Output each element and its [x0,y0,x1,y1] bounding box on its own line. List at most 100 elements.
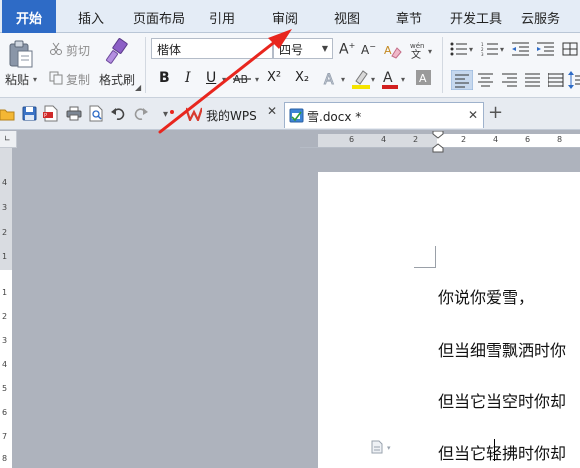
svg-text:A: A [324,72,334,88]
ribbon-home-panel: 粘贴 ▾ 剪切 复制 格式刷 ◢ 楷体 四号 ▼ A+ A− A wén 文 ▾… [0,33,580,98]
document-paragraph[interactable]: 但当它当空时你却 [438,388,566,412]
highlight-dropdown-icon[interactable]: ▾ [371,75,375,84]
align-center-icon[interactable] [478,73,494,87]
vertical-ruler[interactable]: 4 3 2 1 1 2 3 4 5 6 7 8 [0,148,12,468]
ruler-corner[interactable]: ∟ [0,131,17,148]
svg-text:▾: ▾ [387,444,391,452]
format-painter-icon[interactable] [104,38,130,66]
strikethrough-icon[interactable]: AB [233,71,255,87]
align-right-icon[interactable] [502,73,518,87]
undo-icon[interactable] [111,107,125,120]
export-pdf-icon[interactable]: P [43,105,59,122]
highlight-icon[interactable] [351,68,371,90]
subscript-button[interactable]: X₂ [295,70,309,85]
shrink-font-icon[interactable]: A− [361,42,376,57]
format-painter-button[interactable]: 格式刷 [99,71,135,88]
character-shading-icon[interactable]: A [415,69,433,87]
tab-page-layout[interactable]: 页面布局 [133,8,185,27]
increase-indent-icon[interactable] [537,42,555,56]
font-color-dropdown-icon[interactable]: ▾ [401,75,405,84]
tab-home[interactable]: 开始 [2,0,57,34]
numbered-list-icon[interactable]: 1 2 3 [481,42,499,56]
ruler-number: 8 [557,135,563,144]
grow-font-icon[interactable]: A+ [339,41,355,58]
justify-icon[interactable] [525,73,541,87]
ruler-number: 2 [413,135,419,144]
font-family-value: 楷体 [157,43,182,57]
notification-dot-icon [170,110,174,114]
scissors-icon[interactable] [49,42,63,56]
close-tab-icon[interactable]: ✕ [468,108,478,122]
document-paragraph[interactable]: 但当它轻拂时你却 [438,440,566,464]
font-family-select[interactable]: 楷体 [151,38,273,59]
tab-cloud[interactable]: 云服务 [521,8,560,27]
horizontal-ruler[interactable]: 6 4 2 2 4 6 8 [318,134,580,147]
new-tab-icon[interactable]: + [488,102,503,123]
paste-icon[interactable] [8,39,34,69]
document-page[interactable]: 你说你爱雪， 但当细雪飘洒时你 但当它当空时你却 但当它轻拂时你却 [318,172,580,468]
svg-text:P: P [44,113,47,119]
ruler-number: 3 [2,203,8,212]
ruler-number: 2 [2,312,8,321]
tab-insert[interactable]: 插入 [78,8,104,27]
italic-button[interactable]: I [185,70,191,86]
ruler-number: 6 [525,135,531,144]
doc-tab-label: 雪.docx * [307,110,362,124]
superscript-button[interactable]: X² [267,70,281,85]
cut-button[interactable]: 剪切 [66,42,90,59]
bullet-list-dropdown-icon[interactable]: ▾ [469,45,473,54]
svg-text:A: A [383,70,393,86]
tab-references[interactable]: 引用 [209,8,235,27]
doc-tab-active[interactable]: 雪.docx * ✕ [284,102,484,128]
open-folder-icon[interactable] [0,107,16,121]
redo-icon[interactable] [134,107,148,120]
text-effect-dropdown-icon[interactable]: ▾ [341,75,345,84]
document-paragraph[interactable]: 你说你爱雪， [438,284,534,308]
print-preview-icon[interactable] [88,105,104,122]
chinese-layout-icon[interactable] [562,42,580,56]
clear-format-icon[interactable]: A [384,43,402,59]
print-icon[interactable] [66,106,82,121]
pinyin-dropdown-icon[interactable]: ▾ [428,47,432,56]
close-tab-icon[interactable]: ✕ [267,104,277,118]
font-size-select[interactable]: 四号 ▼ [273,38,333,59]
text-effect-icon[interactable]: A [323,70,341,89]
distribute-icon[interactable] [548,73,564,87]
strikethrough-dropdown-icon[interactable]: ▾ [255,75,259,84]
line-spacing-icon[interactable] [568,71,580,89]
ruler-number: 8 [2,454,8,463]
tab-developer[interactable]: 开发工具 [450,8,502,27]
save-icon[interactable] [22,106,37,121]
customize-toolbar-dropdown-icon[interactable]: ▾ [163,109,168,120]
copy-button[interactable]: 复制 [66,71,90,88]
font-size-dropdown-icon[interactable]: ▼ [322,44,328,53]
tab-chapter[interactable]: 章节 [396,8,422,27]
copy-icon[interactable] [49,71,63,85]
decrease-indent-icon[interactable] [512,42,530,56]
numbered-list-dropdown-icon[interactable]: ▾ [500,45,504,54]
document-icon [289,108,304,123]
pinyin-guide-icon[interactable]: wén 文 [408,39,428,59]
clipboard-dialog-launcher-icon[interactable]: ◢ [135,83,141,92]
paragraph-layout-icon[interactable]: ▾ [370,440,396,454]
ruler-number: 6 [2,408,8,417]
doc-tab-label: 我的WPS [206,109,257,123]
paste-button[interactable]: 粘贴 [5,71,29,88]
bullet-list-icon[interactable] [450,42,468,56]
bold-button[interactable]: B [159,70,170,86]
ribbon-tabs: 开始 插入 页面布局 引用 审阅 视图 章节 开发工具 云服务 [0,0,580,34]
ruler-number: 4 [2,178,8,187]
quick-access-bar: P ▾ 我的WPS ✕ 雪.docx * ✕ + [0,98,580,130]
svg-text:A: A [419,72,427,85]
align-left-icon[interactable] [451,70,473,90]
document-paragraph[interactable]: 但当细雪飘洒时你 [438,337,566,361]
ruler-number: 1 [2,288,8,297]
paste-dropdown-icon[interactable]: ▾ [33,75,37,84]
underline-dropdown-icon[interactable]: ▾ [222,75,226,84]
tab-stop-icon[interactable]: ∟ [4,134,11,143]
font-color-icon[interactable]: A [381,68,399,90]
underline-button[interactable]: U [206,70,216,86]
indent-marker-icon[interactable] [432,131,444,153]
tab-review[interactable]: 审阅 [272,8,298,27]
tab-view[interactable]: 视图 [334,8,360,27]
